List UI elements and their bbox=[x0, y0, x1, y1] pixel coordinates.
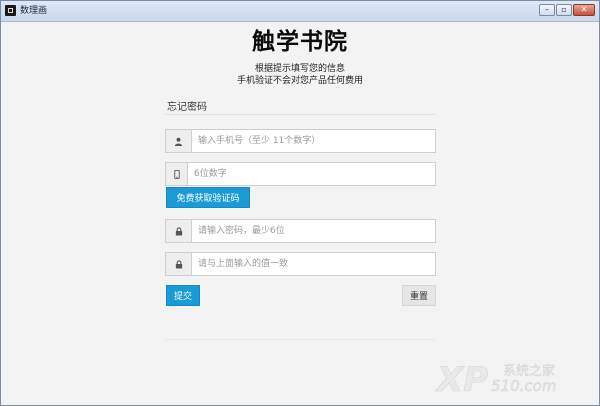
subtitle-line-2: 手机验证不会对您产品任何费用 bbox=[236, 76, 363, 86]
divider bbox=[165, 114, 436, 115]
window-title: 数理画 bbox=[20, 6, 48, 16]
confirm-password-field bbox=[165, 252, 436, 276]
divider bbox=[165, 339, 436, 340]
svg-text:510.com: 510.com bbox=[491, 377, 556, 395]
app-icon bbox=[5, 5, 16, 16]
phone-input[interactable] bbox=[192, 130, 435, 152]
verification-code-input[interactable] bbox=[188, 163, 435, 185]
code-field bbox=[165, 162, 436, 186]
minimize-button[interactable]: – bbox=[539, 4, 555, 16]
maximize-button[interactable]: ▫ bbox=[556, 4, 572, 16]
minimize-icon: – bbox=[545, 5, 549, 14]
reset-button[interactable]: 重置 bbox=[402, 285, 436, 306]
password-field bbox=[165, 219, 436, 243]
user-icon bbox=[166, 130, 192, 152]
lock-icon bbox=[166, 220, 192, 242]
window-controls: – ▫ ✕ bbox=[539, 4, 595, 18]
title-bar[interactable]: 数理画 – ▫ ✕ bbox=[1, 1, 599, 22]
watermark-logo: XP 系统之家 510.com bbox=[435, 357, 585, 401]
app-window: 数理画 – ▫ ✕ 触学书院 根据提示填写您的信息 手机验证不会对您产品任何费用… bbox=[0, 0, 600, 406]
password-input[interactable] bbox=[192, 220, 435, 242]
subtitle-line-1: 根据提示填写您的信息 bbox=[254, 64, 345, 74]
lock-icon bbox=[166, 253, 192, 275]
svg-text:XP: XP bbox=[435, 360, 488, 397]
forgot-password-form: 忘记密码 免费获取验证码 提交 重 bbox=[165, 91, 436, 341]
close-button[interactable]: ✕ bbox=[573, 4, 595, 16]
get-code-button[interactable]: 免费获取验证码 bbox=[166, 187, 250, 208]
maximize-icon: ▫ bbox=[561, 5, 567, 14]
brand-title: 触学书院 bbox=[252, 28, 348, 55]
subtitle: 根据提示填写您的信息 手机验证不会对您产品任何费用 bbox=[1, 63, 599, 87]
close-icon: ✕ bbox=[580, 5, 588, 14]
form-title: 忘记密码 bbox=[167, 102, 207, 113]
phone-icon bbox=[166, 163, 188, 185]
confirm-password-input[interactable] bbox=[192, 253, 435, 275]
phone-field bbox=[165, 129, 436, 153]
submit-button[interactable]: 提交 bbox=[166, 285, 200, 306]
